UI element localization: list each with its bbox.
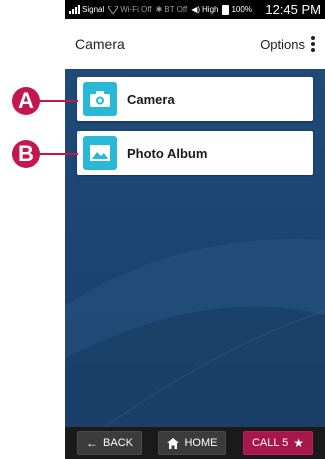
signal-label: Signal (82, 5, 105, 14)
back-label: BACK (103, 437, 133, 449)
bluetooth-indicator: ✱ BT Off (156, 5, 188, 14)
wifi-label: Wi-Fi Off (120, 5, 152, 14)
volume-indicator: ◀) High (191, 5, 218, 14)
menu-item-photo-album[interactable]: Photo Album (77, 131, 313, 175)
clock: 12:45 PM (265, 2, 321, 17)
battery-icon (222, 4, 230, 15)
status-bar: Signal Wi-Fi Off ✱ BT Off ◀) High 100% 1… (65, 0, 325, 19)
bottom-nav-bar: ← BACK HOME CALL 5 ★ (65, 427, 325, 459)
bluetooth-icon: ✱ (155, 5, 163, 14)
speaker-icon: ◀) (191, 5, 201, 14)
photo-album-icon (83, 136, 117, 170)
home-label: HOME (184, 437, 218, 449)
back-arrow-icon: ← (86, 436, 98, 450)
signal-icon (69, 5, 80, 14)
callout-a: A (12, 87, 40, 115)
menu-item-label: Camera (127, 91, 175, 107)
options-menu-button[interactable]: Options (260, 36, 315, 52)
page-title: Camera (75, 36, 125, 52)
callout-b-line (38, 153, 78, 155)
menu-item-label: Photo Album (127, 145, 208, 161)
call-label: CALL 5 (251, 437, 289, 449)
call-5-button[interactable]: CALL 5 ★ (242, 431, 313, 455)
signal-indicator: Signal (69, 5, 104, 14)
callout-b: B (12, 140, 40, 168)
volume-label: High (202, 5, 219, 14)
home-icon (167, 437, 180, 449)
options-label: Options (260, 36, 305, 52)
bluetooth-label: BT Off (164, 5, 188, 14)
star-icon: ★ (293, 436, 304, 450)
camera-icon (83, 82, 117, 116)
back-button[interactable]: ← BACK (77, 431, 142, 455)
background-waves (65, 239, 325, 427)
home-button[interactable]: HOME (158, 431, 227, 455)
wifi-indicator: Wi-Fi Off (108, 5, 152, 14)
main-content: Camera Photo Album (65, 69, 325, 427)
battery-indicator: 100% (222, 4, 252, 15)
menu-item-camera[interactable]: Camera (77, 77, 313, 121)
kebab-menu-icon (311, 36, 315, 52)
wifi-icon (108, 5, 119, 14)
app-header: Camera Options (65, 19, 325, 69)
callout-a-line (38, 100, 78, 102)
battery-label: 100% (231, 5, 252, 14)
